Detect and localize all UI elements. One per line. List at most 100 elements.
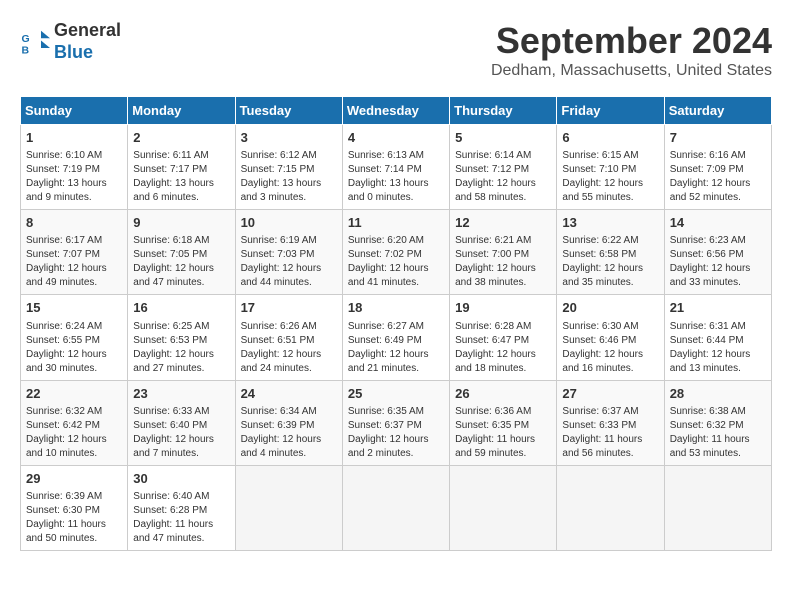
day-number: 7 <box>670 129 766 147</box>
calendar-cell: 2 Sunrise: 6:11 AM Sunset: 7:17 PM Daylig… <box>128 125 235 210</box>
day-number: 22 <box>26 385 122 403</box>
day-info: Sunrise: 6:36 AM Sunset: 6:35 PM Dayligh… <box>455 405 551 461</box>
day-number: 19 <box>455 299 551 317</box>
day-number: 30 <box>133 470 229 488</box>
calendar-cell: 10 Sunrise: 6:19 AM Sunset: 7:03 PM Dayli… <box>235 210 342 295</box>
logo-blue: Blue <box>54 42 121 64</box>
day-info: Sunrise: 6:22 AM Sunset: 6:58 PM Dayligh… <box>562 234 658 290</box>
calendar-cell: 14 Sunrise: 6:23 AM Sunset: 6:56 PM Dayli… <box>664 210 771 295</box>
calendar-cell: 18Sunrise: 6:27 AM Sunset: 6:49 PM Dayli… <box>342 295 449 380</box>
day-number: 24 <box>241 385 337 403</box>
calendar-cell: 19Sunrise: 6:28 AM Sunset: 6:47 PM Dayli… <box>450 295 557 380</box>
day-info: Sunrise: 6:11 AM Sunset: 7:17 PM Dayligh… <box>133 149 229 205</box>
calendar-cell: 17 Sunrise: 6:26 AM Sunset: 6:51 PM Dayli… <box>235 295 342 380</box>
calendar-cell: 24 Sunrise: 6:34 AM Sunset: 6:39 PM Dayli… <box>235 380 342 465</box>
day-info: Sunrise: 6:19 AM Sunset: 7:03 PM Dayligh… <box>241 234 337 290</box>
calendar-cell <box>450 465 557 550</box>
calendar-cell <box>557 465 664 550</box>
day-number: 4 <box>348 129 444 147</box>
logo: G B General Blue <box>20 20 121 63</box>
calendar-cell: 7Sunrise: 6:16 AM Sunset: 7:09 PM Daylig… <box>664 125 771 210</box>
weekday-thursday: Thursday <box>450 97 557 125</box>
calendar-cell: 13 Sunrise: 6:22 AM Sunset: 6:58 PM Dayli… <box>557 210 664 295</box>
day-number: 5 <box>455 129 551 147</box>
day-info: Sunrise: 6:18 AM Sunset: 7:05 PM Dayligh… <box>133 234 229 290</box>
calendar-cell: 27 Sunrise: 6:37 AM Sunset: 6:33 PM Dayli… <box>557 380 664 465</box>
day-number: 23 <box>133 385 229 403</box>
day-info: Sunrise: 6:33 AM Sunset: 6:40 PM Dayligh… <box>133 405 229 461</box>
calendar-table: SundayMondayTuesdayWednesdayThursdayFrid… <box>20 96 772 551</box>
calendar-cell: 6Sunrise: 6:15 AM Sunset: 7:10 PM Daylig… <box>557 125 664 210</box>
calendar-cell <box>235 465 342 550</box>
calendar-cell <box>342 465 449 550</box>
day-info: Sunrise: 6:10 AM Sunset: 7:19 PM Dayligh… <box>26 149 122 205</box>
week-row-4: 22 Sunrise: 6:32 AM Sunset: 6:42 PM Dayli… <box>21 380 772 465</box>
day-number: 10 <box>241 214 337 232</box>
day-number: 12 <box>455 214 551 232</box>
logo-general: General <box>54 20 121 42</box>
weekday-saturday: Saturday <box>664 97 771 125</box>
day-number: 18 <box>348 299 444 317</box>
day-number: 6 <box>562 129 658 147</box>
day-info: Sunrise: 6:23 AM Sunset: 6:56 PM Dayligh… <box>670 234 766 290</box>
calendar-cell: 1Sunrise: 6:10 AM Sunset: 7:19 PM Daylig… <box>21 125 128 210</box>
day-info: Sunrise: 6:24 AM Sunset: 6:55 PM Dayligh… <box>26 320 122 376</box>
calendar-body: 1Sunrise: 6:10 AM Sunset: 7:19 PM Daylig… <box>21 125 772 551</box>
day-number: 25 <box>348 385 444 403</box>
calendar-cell: 8Sunrise: 6:17 AM Sunset: 7:07 PM Daylig… <box>21 210 128 295</box>
day-number: 29 <box>26 470 122 488</box>
day-info: Sunrise: 6:38 AM Sunset: 6:32 PM Dayligh… <box>670 405 766 461</box>
weekday-header-row: SundayMondayTuesdayWednesdayThursdayFrid… <box>21 97 772 125</box>
calendar-cell: 11Sunrise: 6:20 AM Sunset: 7:02 PM Dayli… <box>342 210 449 295</box>
day-number: 9 <box>133 214 229 232</box>
calendar-cell: 23 Sunrise: 6:33 AM Sunset: 6:40 PM Dayli… <box>128 380 235 465</box>
day-number: 17 <box>241 299 337 317</box>
day-info: Sunrise: 6:17 AM Sunset: 7:07 PM Dayligh… <box>26 234 122 290</box>
weekday-tuesday: Tuesday <box>235 97 342 125</box>
day-number: 2 <box>133 129 229 147</box>
location-title: Dedham, Massachusetts, United States <box>491 62 772 80</box>
calendar-cell: 9 Sunrise: 6:18 AM Sunset: 7:05 PM Daylig… <box>128 210 235 295</box>
day-info: Sunrise: 6:31 AM Sunset: 6:44 PM Dayligh… <box>670 320 766 376</box>
day-info: Sunrise: 6:32 AM Sunset: 6:42 PM Dayligh… <box>26 405 122 461</box>
day-info: Sunrise: 6:14 AM Sunset: 7:12 PM Dayligh… <box>455 149 551 205</box>
calendar-cell: 20Sunrise: 6:30 AM Sunset: 6:46 PM Dayli… <box>557 295 664 380</box>
day-number: 16 <box>133 299 229 317</box>
day-info: Sunrise: 6:26 AM Sunset: 6:51 PM Dayligh… <box>241 320 337 376</box>
calendar-cell: 29Sunrise: 6:39 AM Sunset: 6:30 PM Dayli… <box>21 465 128 550</box>
weekday-sunday: Sunday <box>21 97 128 125</box>
day-info: Sunrise: 6:21 AM Sunset: 7:00 PM Dayligh… <box>455 234 551 290</box>
weekday-wednesday: Wednesday <box>342 97 449 125</box>
calendar-cell: 16 Sunrise: 6:25 AM Sunset: 6:53 PM Dayli… <box>128 295 235 380</box>
calendar-cell: 21Sunrise: 6:31 AM Sunset: 6:44 PM Dayli… <box>664 295 771 380</box>
day-number: 15 <box>26 299 122 317</box>
calendar-cell: 22 Sunrise: 6:32 AM Sunset: 6:42 PM Dayli… <box>21 380 128 465</box>
day-number: 11 <box>348 214 444 232</box>
calendar-cell: 30 Sunrise: 6:40 AM Sunset: 6:28 PM Dayli… <box>128 465 235 550</box>
week-row-5: 29Sunrise: 6:39 AM Sunset: 6:30 PM Dayli… <box>21 465 772 550</box>
svg-text:G: G <box>22 33 30 45</box>
day-number: 28 <box>670 385 766 403</box>
svg-text:B: B <box>22 44 30 56</box>
day-number: 13 <box>562 214 658 232</box>
week-row-1: 1Sunrise: 6:10 AM Sunset: 7:19 PM Daylig… <box>21 125 772 210</box>
day-info: Sunrise: 6:25 AM Sunset: 6:53 PM Dayligh… <box>133 320 229 376</box>
day-number: 3 <box>241 129 337 147</box>
day-info: Sunrise: 6:30 AM Sunset: 6:46 PM Dayligh… <box>562 320 658 376</box>
calendar-cell: 4Sunrise: 6:13 AM Sunset: 7:14 PM Daylig… <box>342 125 449 210</box>
day-number: 27 <box>562 385 658 403</box>
title-area: September 2024 Dedham, Massachusetts, Un… <box>491 20 772 80</box>
day-info: Sunrise: 6:35 AM Sunset: 6:37 PM Dayligh… <box>348 405 444 461</box>
calendar-cell: 26 Sunrise: 6:36 AM Sunset: 6:35 PM Dayli… <box>450 380 557 465</box>
calendar-cell: 5 Sunrise: 6:14 AM Sunset: 7:12 PM Daylig… <box>450 125 557 210</box>
weekday-monday: Monday <box>128 97 235 125</box>
calendar-cell <box>664 465 771 550</box>
week-row-2: 8Sunrise: 6:17 AM Sunset: 7:07 PM Daylig… <box>21 210 772 295</box>
day-info: Sunrise: 6:40 AM Sunset: 6:28 PM Dayligh… <box>133 490 229 546</box>
day-info: Sunrise: 6:37 AM Sunset: 6:33 PM Dayligh… <box>562 405 658 461</box>
day-number: 14 <box>670 214 766 232</box>
weekday-friday: Friday <box>557 97 664 125</box>
day-number: 26 <box>455 385 551 403</box>
day-info: Sunrise: 6:34 AM Sunset: 6:39 PM Dayligh… <box>241 405 337 461</box>
week-row-3: 15 Sunrise: 6:24 AM Sunset: 6:55 PM Dayli… <box>21 295 772 380</box>
